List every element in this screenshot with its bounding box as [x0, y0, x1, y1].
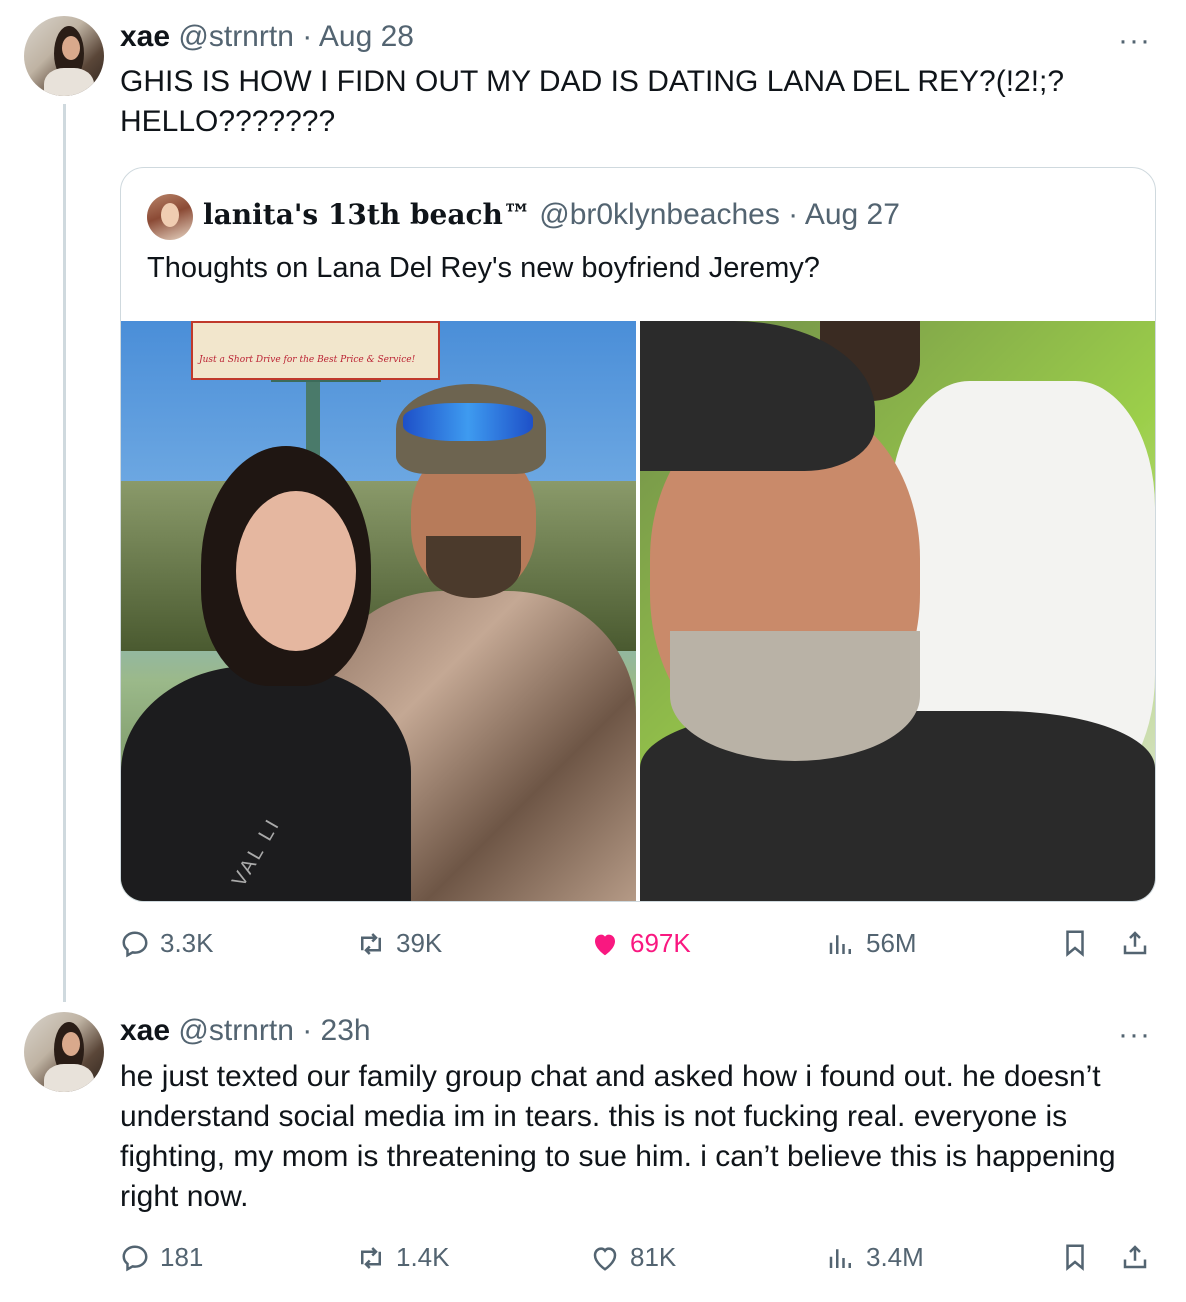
handle[interactable]: @strnrtn	[178, 20, 293, 53]
repost-count: 39K	[396, 928, 443, 958]
timestamp[interactable]: · 23h	[302, 1014, 370, 1047]
repost-button[interactable]: 1.4K	[356, 1242, 450, 1273]
views-button[interactable]: 3.4M	[826, 1242, 924, 1273]
display-name[interactable]: xae	[120, 1014, 170, 1047]
repost-icon	[361, 1246, 381, 1269]
billboard: Just a Short Drive for the Best Price & …	[191, 321, 440, 380]
quoted-text: Thoughts on Lana Del Rey's new boyfriend…	[147, 252, 820, 284]
views-icon	[829, 1248, 851, 1268]
thread-line	[63, 104, 66, 1002]
views-count: 3.4M	[866, 1242, 924, 1272]
repost-count: 1.4K	[396, 1242, 450, 1272]
reply-button[interactable]: 3.3K	[120, 928, 214, 959]
like-count: 697K	[630, 928, 691, 958]
quoted-header: lanita's 13th beach™ @br0klynbeaches · A…	[203, 198, 900, 232]
tweet-header: xae @strnrtn · Aug 28	[120, 20, 414, 54]
quoted-avatar[interactable]	[147, 194, 193, 240]
like-button[interactable]: 697K	[590, 928, 691, 959]
reply-button[interactable]: 181	[120, 1242, 203, 1273]
tweet-actions: 3.3K 39K 697K 56M	[120, 928, 1160, 968]
display-name[interactable]: xae	[120, 20, 170, 53]
like-icon	[593, 1246, 617, 1271]
tweet-header: xae @strnrtn · 23h	[120, 1014, 371, 1048]
quoted-handle[interactable]: @br0klynbeaches	[539, 198, 780, 231]
handle[interactable]: @strnrtn	[178, 1014, 293, 1047]
repost-button[interactable]: 39K	[356, 928, 442, 959]
like-icon	[595, 934, 615, 955]
like-count: 81K	[630, 1242, 677, 1272]
like-button[interactable]: 81K	[590, 1242, 676, 1273]
timestamp[interactable]: · Aug 28	[302, 20, 414, 53]
reply-count: 3.3K	[160, 928, 214, 958]
more-icon[interactable]: ···	[1118, 1020, 1151, 1050]
more-icon[interactable]: ···	[1118, 26, 1151, 56]
tweet-text: GHIS IS HOW I FIDN OUT MY DAD IS DATING …	[120, 65, 1065, 138]
photo-right[interactable]	[640, 321, 1155, 901]
quoted-display-name[interactable]: lanita's 13th beach™	[203, 198, 531, 231]
tweet-actions: 181 1.4K 81K 3.4M	[120, 1242, 1160, 1282]
share-icon	[1123, 1245, 1147, 1269]
share-button[interactable]	[1120, 1242, 1150, 1272]
bookmark-icon	[1066, 1244, 1084, 1271]
quoted-timestamp[interactable]: · Aug 27	[788, 198, 900, 231]
reply-icon	[122, 1244, 148, 1271]
avatar[interactable]	[24, 16, 104, 96]
bookmark-icon	[1066, 930, 1084, 957]
views-button[interactable]: 56M	[826, 928, 917, 959]
avatar[interactable]	[24, 1012, 104, 1092]
quoted-tweet[interactable]: lanita's 13th beach™ @br0klynbeaches · A…	[120, 167, 1156, 902]
views-count: 56M	[866, 928, 917, 958]
views-icon	[829, 934, 851, 954]
share-icon	[1123, 931, 1147, 955]
tweet-text: he just texted our family group chat and…	[120, 1060, 1116, 1213]
repost-icon	[361, 932, 381, 955]
bookmark-button[interactable]	[1060, 928, 1090, 958]
share-button[interactable]	[1120, 928, 1150, 958]
reply-icon	[122, 930, 148, 957]
photo-left[interactable]: Just a Short Drive for the Best Price & …	[121, 321, 636, 901]
reply-count: 181	[160, 1242, 204, 1272]
bookmark-button[interactable]	[1060, 1242, 1090, 1272]
